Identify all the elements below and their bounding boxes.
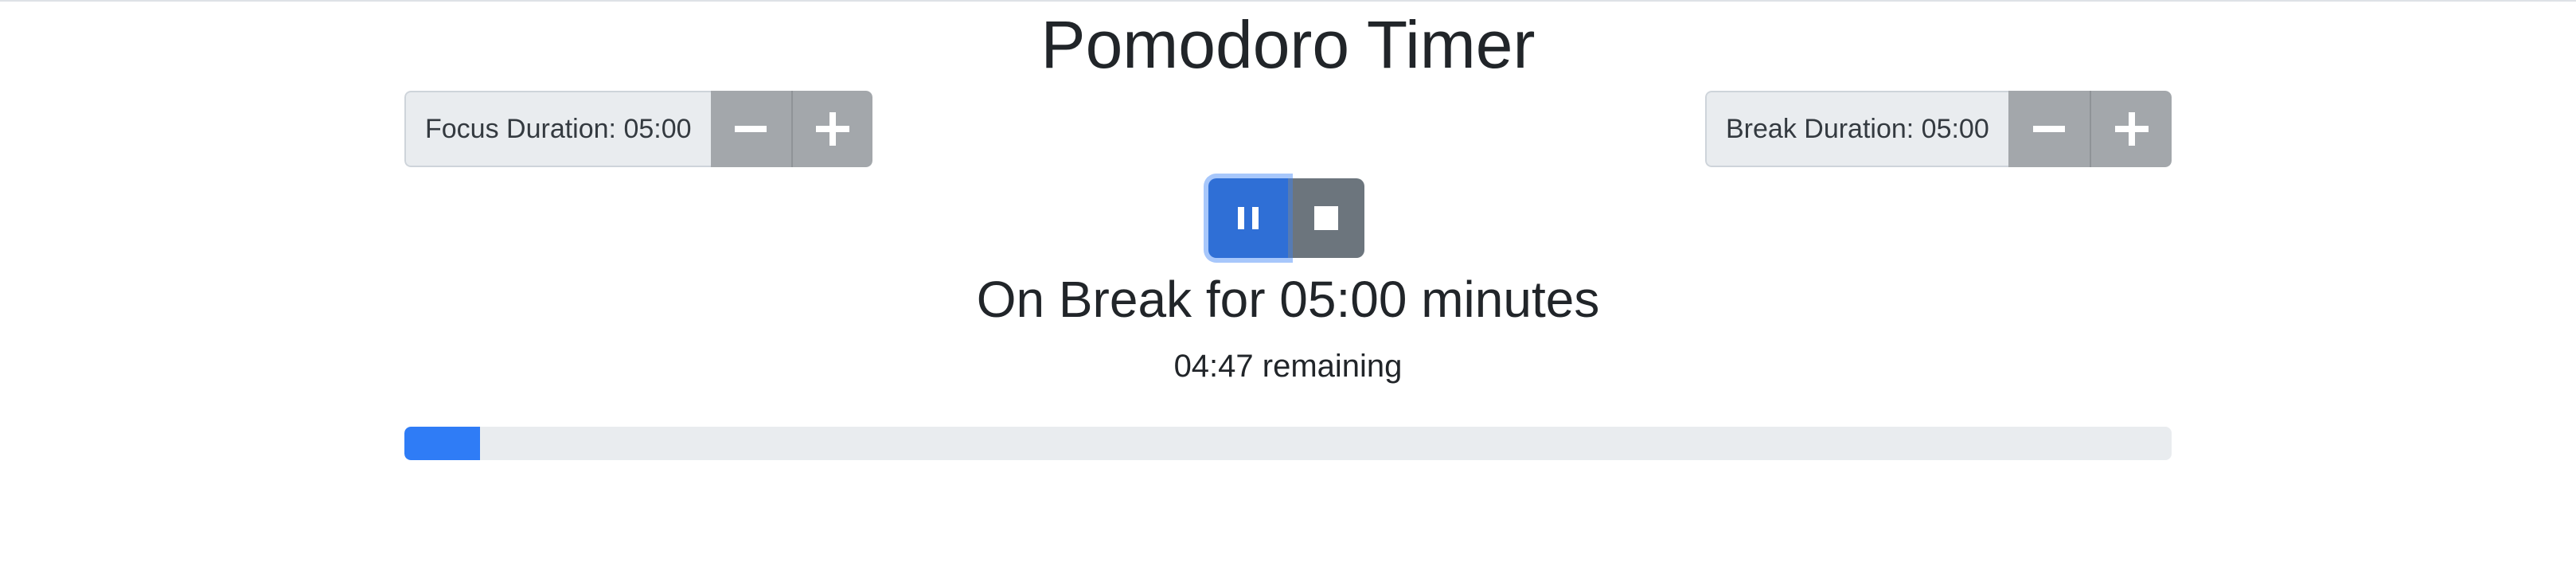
stop-button[interactable] [1288, 178, 1364, 258]
remaining-time: 04:47 remaining [1173, 349, 1403, 384]
break-increase-button[interactable] [2090, 91, 2172, 167]
break-duration-label: Break Duration: 05:00 [1705, 91, 2008, 167]
timer-controls [1208, 178, 1364, 258]
break-duration-group: Break Duration: 05:00 [1705, 91, 2172, 167]
top-divider [0, 0, 2576, 2]
page-title: Pomodoro Timer [1040, 7, 1536, 82]
focus-decrease-button[interactable] [710, 91, 792, 167]
focus-duration-group: Focus Duration: 05:00 [404, 91, 872, 167]
plus-icon [2114, 112, 2149, 146]
stop-icon [1314, 206, 1338, 230]
progress-bar-fill [404, 427, 481, 460]
minus-icon [735, 126, 767, 132]
plus-icon [816, 112, 850, 146]
progress-bar [404, 427, 2172, 460]
minus-icon [2033, 126, 2066, 132]
focus-duration-label: Focus Duration: 05:00 [404, 91, 711, 167]
break-decrease-button[interactable] [2008, 91, 2090, 167]
pause-button[interactable] [1208, 178, 1288, 258]
pause-icon [1238, 207, 1259, 229]
focus-increase-button[interactable] [791, 91, 872, 167]
status-heading: On Break for 05:00 minutes [976, 271, 1600, 328]
